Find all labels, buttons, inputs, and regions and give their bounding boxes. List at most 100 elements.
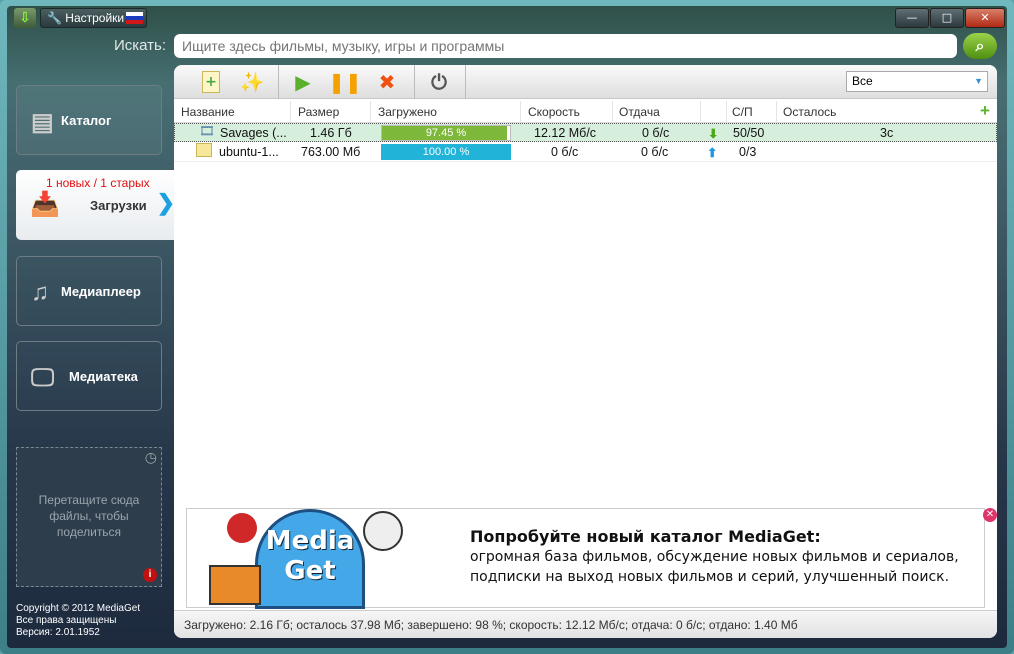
row-name: ubuntu-1... bbox=[219, 145, 279, 159]
divider bbox=[520, 101, 521, 123]
table-row[interactable]: ubuntu-1... 763.00 Мб 100.00 % 0 б/с 0 б… bbox=[174, 143, 997, 162]
status-bar: Загружено: 2.16 Гб; осталось 37.98 Мб; з… bbox=[174, 610, 997, 638]
row-peers: 50/50 bbox=[733, 126, 765, 140]
row-speed: 12.12 Мб/с bbox=[534, 126, 597, 140]
sidebar-item-label: Медиаплеер bbox=[61, 284, 141, 299]
copyright: Copyright © 2012 MediaGet Все права защи… bbox=[16, 603, 140, 639]
new-file-plus-icon: + bbox=[202, 71, 220, 93]
progress-text: 97.45 % bbox=[425, 127, 467, 139]
close-ad-icon[interactable]: ✕ bbox=[983, 508, 997, 522]
sidebar-item-medialibrary[interactable]: 🖵 Медиатека bbox=[16, 341, 162, 411]
x-delete-icon: ✖ bbox=[378, 70, 396, 94]
settings-button[interactable]: 🔧 Настройки bbox=[40, 8, 147, 28]
progress-bar: 97.45 % bbox=[381, 125, 511, 141]
create-torrent-button[interactable]: ✨ bbox=[234, 65, 270, 99]
info-icon[interactable]: i bbox=[143, 568, 157, 582]
russian-flag-icon[interactable] bbox=[126, 12, 143, 24]
divider bbox=[612, 101, 613, 123]
search-input[interactable] bbox=[174, 34, 957, 58]
row-size: 763.00 Мб bbox=[301, 145, 361, 159]
sidebar-item-label: Медиатека bbox=[69, 369, 138, 384]
monitor-icon: 🖵 bbox=[31, 364, 55, 391]
column-upload[interactable]: Отдача bbox=[619, 105, 660, 119]
pause-icon: ❚❚ bbox=[328, 70, 362, 94]
search-label: Искать: bbox=[114, 37, 167, 54]
column-name[interactable]: Название bbox=[181, 105, 235, 119]
progress-bar: 100.00 % bbox=[381, 144, 511, 160]
sidebar-item-label: Каталог bbox=[61, 113, 112, 128]
column-downloaded[interactable]: Загружено bbox=[378, 105, 437, 119]
minimize-button[interactable]: — bbox=[895, 8, 929, 28]
megaphone-icon bbox=[227, 513, 257, 543]
ad-line: подписки на выход новых фильмов и серий,… bbox=[470, 569, 950, 585]
table-row[interactable]: 🎞 Savages (... 1.46 Гб 97.45 % 12.12 Мб/… bbox=[174, 123, 997, 142]
toolbar: + ✨ ▶ ❚❚ ✖ ⏻ Все ▼ bbox=[174, 65, 997, 99]
divider bbox=[278, 65, 279, 99]
shutdown-button[interactable]: ⏻ bbox=[424, 65, 454, 99]
clock-icon[interactable]: ◷ bbox=[145, 449, 157, 466]
music-note-icon: ♫ bbox=[31, 279, 49, 306]
tv-icon bbox=[209, 565, 261, 605]
folder-icon bbox=[196, 143, 212, 157]
row-peers: 0/3 bbox=[739, 145, 757, 159]
divider bbox=[776, 101, 777, 123]
close-button[interactable]: ✕ bbox=[965, 8, 1005, 28]
version-line: Версия: 2.01.1952 bbox=[16, 627, 100, 638]
divider bbox=[465, 65, 466, 99]
play-icon: ▶ bbox=[295, 70, 311, 94]
start-button[interactable]: ▶ bbox=[288, 65, 318, 99]
add-column-plus-icon[interactable]: + bbox=[980, 101, 990, 121]
movie-file-icon: 🎞 bbox=[199, 124, 215, 138]
row-speed: 0 б/с bbox=[551, 145, 579, 159]
ad-title: Попробуйте новый каталог MediaGet: bbox=[470, 527, 821, 546]
notepad-icon: ▤ bbox=[31, 109, 54, 136]
row-upload: 0 б/с bbox=[642, 126, 670, 140]
share-dropzone[interactable]: ◷ Перетащите сюда файлы, чтобы поделитьс… bbox=[16, 447, 162, 587]
app-logo-icon[interactable]: ⇩ bbox=[14, 8, 36, 28]
arrow-down-icon: ⬇ bbox=[708, 127, 719, 141]
copyright-line: Copyright © 2012 MediaGet bbox=[16, 603, 141, 614]
filter-select[interactable]: Все ▼ bbox=[846, 71, 988, 92]
wrench-icon: 🔧 bbox=[47, 11, 62, 25]
divider bbox=[370, 101, 371, 123]
progress-text: 100.00 % bbox=[422, 146, 470, 158]
delete-button[interactable]: ✖ bbox=[372, 65, 402, 99]
ad-line: огромная база фильмов, обсуждение новых … bbox=[470, 549, 959, 565]
sidebar-item-mediaplayer[interactable]: ♫ Медиаплеер bbox=[16, 256, 162, 326]
ad-banner[interactable]: Media Get Попробуйте новый каталог Media… bbox=[186, 508, 985, 609]
sidebar-item-catalog[interactable]: ▤ Каталог bbox=[16, 85, 162, 155]
column-remaining[interactable]: Осталось bbox=[783, 105, 836, 119]
copyright-line: Все права защищены bbox=[16, 615, 117, 626]
dropzone-text: Перетащите сюда файлы, чтобы поделиться bbox=[38, 493, 140, 539]
chevron-down-icon: ▼ bbox=[974, 76, 983, 86]
sidebar-item-downloads[interactable]: 1 новых / 1 старых 📥 Загрузки ❯ bbox=[16, 170, 175, 240]
maximize-button[interactable]: □ bbox=[930, 8, 964, 28]
power-icon: ⏻ bbox=[431, 70, 447, 94]
downloads-badge: 1 новых / 1 старых bbox=[46, 176, 150, 190]
row-size: 1.46 Гб bbox=[310, 126, 352, 140]
row-remaining: 3с bbox=[880, 126, 894, 140]
arrow-up-icon: ⬆ bbox=[707, 146, 718, 160]
inbox-download-icon: 📥 bbox=[30, 191, 60, 218]
add-torrent-button[interactable]: + bbox=[196, 65, 226, 99]
divider bbox=[414, 65, 415, 99]
settings-label: Настройки bbox=[65, 11, 125, 25]
divider bbox=[726, 101, 727, 123]
logo-text: Media Get bbox=[265, 526, 355, 586]
row-name: Savages (... bbox=[220, 126, 287, 140]
pause-button[interactable]: ❚❚ bbox=[328, 65, 362, 99]
divider bbox=[700, 101, 701, 123]
column-size[interactable]: Размер bbox=[298, 105, 339, 119]
column-seeds-peers[interactable]: С/П bbox=[732, 105, 753, 119]
magic-wand-icon: ✨ bbox=[239, 70, 265, 94]
mediaget-logo: Media Get bbox=[255, 509, 365, 609]
divider bbox=[290, 101, 291, 123]
magnifier-icon: ⌕ bbox=[975, 36, 985, 55]
app-window: ⇩ 🔧 Настройки — □ ✕ Искать: ⌕ ▤ Каталог … bbox=[0, 0, 1014, 654]
downloads-panel: + ✨ ▶ ❚❚ ✖ ⏻ Все ▼ Название Размер Загру… bbox=[174, 65, 997, 638]
search-button[interactable]: ⌕ bbox=[963, 33, 997, 59]
column-speed[interactable]: Скорость bbox=[528, 105, 580, 119]
filter-value: Все bbox=[852, 74, 873, 88]
film-reel-icon bbox=[363, 511, 403, 551]
chevron-right-icon: ❯ bbox=[156, 190, 175, 215]
